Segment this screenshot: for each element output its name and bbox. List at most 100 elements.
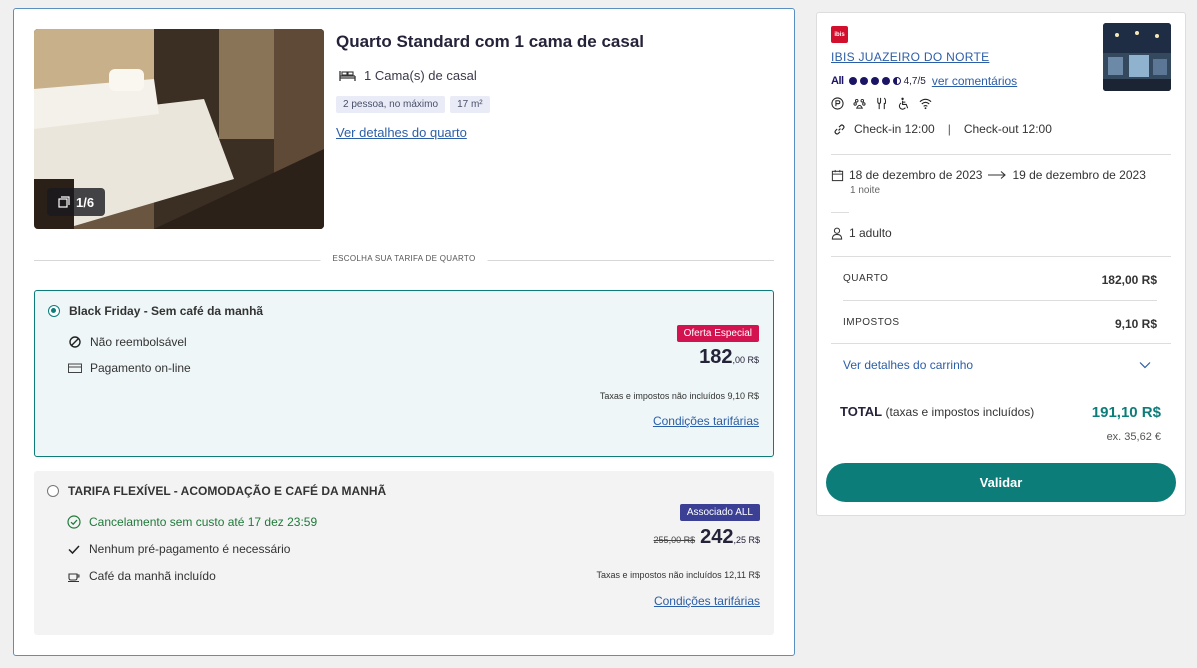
taxes-note: Taxas e impostos não incluídos 12,11 R$: [597, 570, 760, 580]
divider: [831, 256, 1171, 257]
taxes-note-value: ,11 R$: [734, 570, 760, 580]
chevron-down-icon: [1139, 362, 1151, 369]
divider: [831, 154, 1171, 155]
feature-breakfast: Café da manhã incluído: [67, 569, 216, 583]
rating-dot-icon: [870, 77, 879, 85]
divider: [843, 300, 1157, 301]
price-cents: ,00 R$: [732, 355, 759, 365]
room-photo[interactable]: 1/6: [34, 29, 324, 229]
checkin-times: Check-in 12:00 | Check-out 12:00: [833, 122, 1052, 136]
rates-divider: ESCOLHA SUA TARIFA DE QUARTO: [34, 254, 774, 268]
taxes-note-text: Taxas e impostos não incluídos 12: [596, 570, 735, 580]
nights-count: 1 noite: [850, 185, 881, 196]
feature-online-payment: Pagamento on-line: [68, 361, 191, 375]
hotel-amenities: [831, 97, 932, 110]
room-title: Quarto Standard com 1 cama de casal: [336, 32, 645, 51]
photo-counter-text: 1/6: [76, 194, 95, 210]
rate-radio-selected[interactable]: [48, 305, 60, 317]
bed-icon: [339, 71, 356, 81]
feature-non-refundable: Não reembolsável: [68, 335, 187, 349]
room-details-link[interactable]: Ver detalhes do quarto: [336, 125, 467, 140]
parking-icon: [831, 97, 844, 110]
rating-dot-icon: [881, 77, 890, 85]
feature-label: Cancelamento sem custo até 17 dez 23:59: [89, 515, 318, 529]
hotel-name-link[interactable]: IBIS JUAZEIRO DO NORTE: [831, 50, 989, 64]
date-from: 18 de dezembro de 2023: [849, 168, 983, 182]
date-to: 19 de dezembro de 2023: [1012, 168, 1146, 182]
taxes-row: IMPOSTOS 9,10 R$: [843, 317, 1157, 331]
hotel-thumbnail-image: [1103, 23, 1171, 91]
gallery-icon: [58, 196, 70, 208]
total-value: 191,10 R$: [1091, 404, 1161, 421]
member-badge: Associado ALL: [679, 504, 760, 521]
beds-label: 1 Cama(s) de casal: [364, 68, 477, 83]
booking-summary: ibis IBIS JUAZEIRO DO NORTE All 4,7/5 ve…: [816, 12, 1186, 516]
rating-value: 4,7/5: [903, 75, 926, 87]
cart-details-toggle[interactable]: Ver detalhes do carrinho: [843, 358, 1151, 372]
tariff-conditions-link[interactable]: Condições tarifárias: [653, 414, 759, 428]
ibis-logo: ibis: [831, 26, 848, 43]
link-icon: [834, 123, 845, 135]
taxes-note-text: Taxas e impostos não incluídos 9: [599, 391, 733, 401]
accessibility-icon: [898, 97, 909, 110]
check-icon: [68, 545, 80, 555]
taxes-label: IMPOSTOS: [843, 317, 900, 328]
price-cents: ,25 R$: [733, 535, 760, 545]
checkout-time: Check-out 12:00: [963, 122, 1052, 136]
rate-option-black-friday[interactable]: Black Friday - Sem café da manhã Não ree…: [34, 290, 774, 457]
no-refund-icon: [69, 336, 81, 348]
price-main: 242: [700, 526, 734, 548]
room-tags: 2 pessoa, no máximo 17 m²: [336, 96, 490, 113]
validate-button[interactable]: Validar: [826, 463, 1176, 502]
total-ex: ex. 35,62 €: [1106, 431, 1161, 443]
divider: [831, 343, 1171, 344]
all-logo: All: [831, 75, 844, 87]
room-price-row: QUARTO 182,00 R$: [843, 273, 1157, 287]
rating-half-dot-icon: [892, 77, 901, 85]
photo-counter[interactable]: 1/6: [47, 188, 106, 216]
room-price-label: QUARTO: [843, 273, 889, 284]
tariff-conditions-link[interactable]: Condições tarifárias: [654, 594, 760, 608]
checkin-separator: |: [947, 122, 951, 136]
check-circle-icon: [67, 515, 81, 529]
room-card: 1/6 Quarto Standard com 1 cama de casal …: [13, 8, 795, 656]
tag-capacity: 2 pessoa, no máximo: [336, 96, 446, 113]
restaurant-icon: [877, 97, 887, 110]
calendar-icon: [831, 169, 844, 181]
hotel-rating: All 4,7/5 ver comentários: [831, 74, 1017, 88]
rating-dot-icon: [859, 77, 868, 85]
feature-label: Não reembolsável: [90, 335, 187, 349]
rate-price: 255,00 R$ 242,25 R$: [654, 526, 760, 549]
rate-price: 182,00 R$: [699, 346, 759, 369]
rates-section-label: ESCOLHA SUA TARIFA DE QUARTO: [320, 254, 488, 263]
rate-radio[interactable]: [47, 485, 59, 497]
stay-dates: 18 de dezembro de 2023 19 de dezembro de…: [831, 168, 1146, 182]
rate-name: TARIFA FLEXÍVEL - ACOMODAÇÃO E CAFÉ DA M…: [68, 484, 387, 498]
room-price-value: 182,00 R$: [1101, 273, 1157, 287]
tag-size: 17 m²: [450, 96, 490, 113]
feature-label: Café da manhã incluído: [89, 569, 216, 583]
total-note: (taxas e impostos incluídos): [885, 405, 1035, 419]
feature-free-cancellation: Cancelamento sem custo até 17 dez 23:59: [67, 515, 317, 529]
reviews-link[interactable]: ver comentários: [932, 74, 1017, 88]
hotel-thumbnail[interactable]: [1103, 23, 1171, 91]
total-label: TOTAL: [840, 404, 882, 419]
taxes-value: 9,10 R$: [1114, 317, 1157, 331]
feature-no-prepayment: Nenhum pré-pagamento é necessário: [67, 542, 290, 556]
wifi-icon: [919, 98, 932, 110]
person-icon: [831, 227, 843, 240]
short-divider: [831, 212, 849, 213]
special-offer-badge: Oferta Especial: [676, 325, 759, 342]
credit-card-icon: [68, 363, 82, 373]
total-label-row: TOTAL (taxas e impostos incluídos): [840, 404, 1034, 419]
guest-label: 1 adulto: [849, 226, 892, 240]
room-beds: 1 Cama(s) de casal: [339, 68, 477, 83]
rate-option-flexible[interactable]: TARIFA FLEXÍVEL - ACOMODAÇÃO E CAFÉ DA M…: [34, 471, 774, 635]
arrow-right-icon: [988, 171, 1007, 179]
price-main: 182: [699, 346, 733, 368]
pet-icon: [853, 98, 866, 109]
rate-name: Black Friday - Sem café da manhã: [69, 304, 264, 318]
feature-label: Pagamento on-line: [90, 361, 191, 375]
rating-dot-icon: [848, 77, 857, 85]
checkin-time: Check-in 12:00: [854, 122, 935, 136]
